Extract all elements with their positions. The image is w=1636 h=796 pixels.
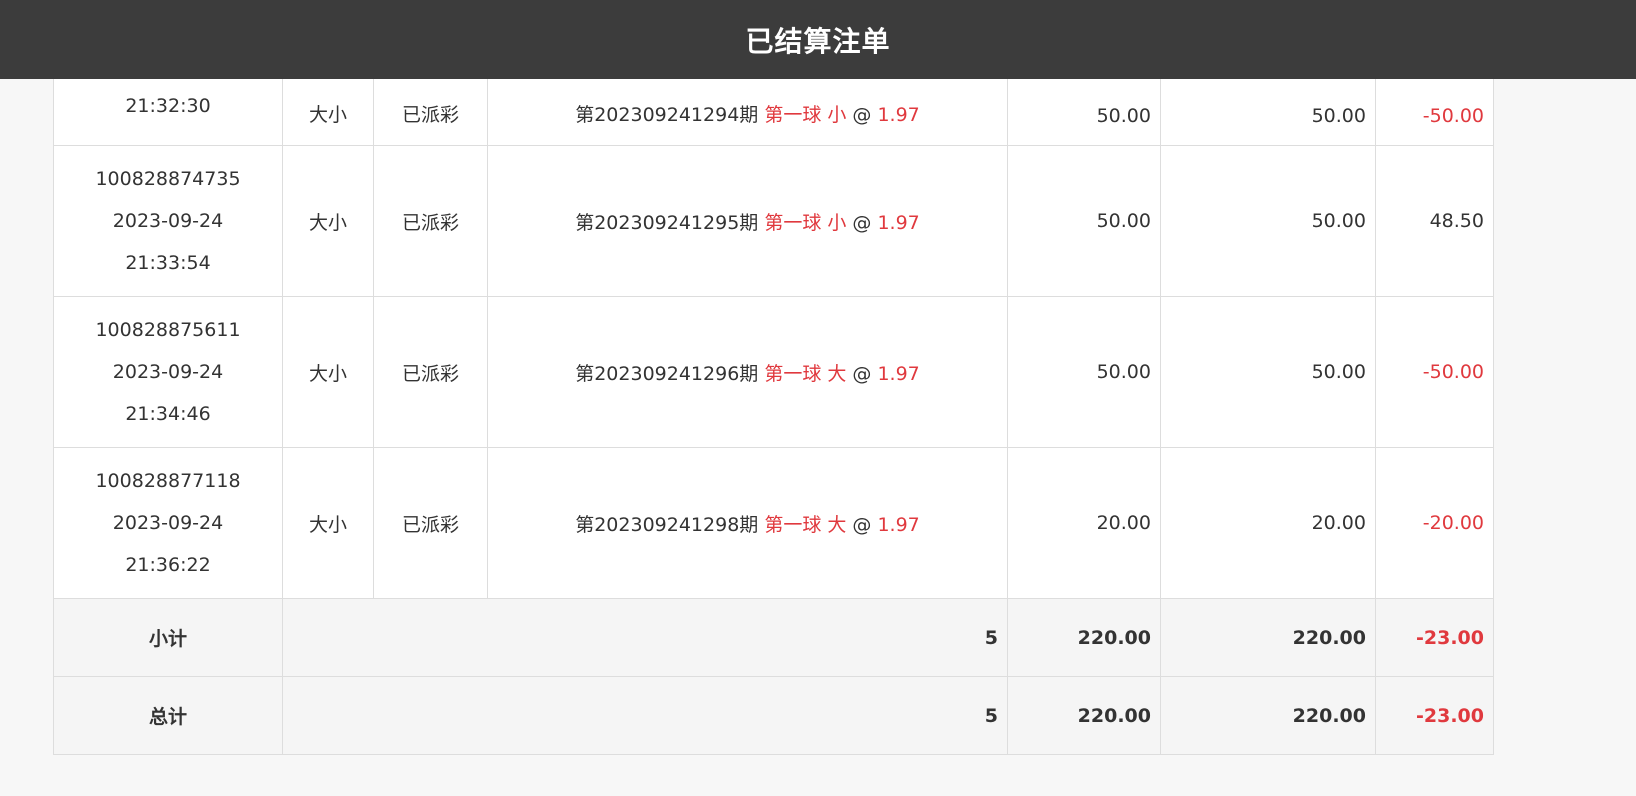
subtotal-row: 小计 5 220.00 220.00 -23.00 [53, 598, 1494, 677]
play-type: 大小 [282, 447, 374, 599]
odds: 1.97 [877, 362, 920, 385]
bet-status: 已派彩 [373, 145, 488, 297]
order-number: 100828875611 [95, 319, 241, 341]
total-result: -23.00 [1375, 676, 1494, 755]
order-cell: 100828877118 2023-09-24 21:36:22 [53, 447, 283, 599]
order-date: 2023-09-24 [112, 361, 224, 383]
total-valid: 220.00 [1160, 676, 1376, 755]
period: 第202309241298期 [575, 513, 759, 536]
win-loss: 48.50 [1375, 145, 1494, 297]
valid-amount: 50.00 [1160, 296, 1376, 448]
subtotal-valid: 220.00 [1160, 598, 1376, 677]
at-sign: @ [852, 104, 872, 126]
bet-amount: 50.00 [1007, 296, 1161, 448]
bet-status: 已派彩 [373, 296, 488, 448]
odds: 1.97 [877, 513, 920, 536]
bet-content: 第202309241295期 第一球 小 @ 1.97 [487, 145, 1008, 297]
page-header: 已结算注单 [0, 0, 1636, 79]
order-time: 21:33:54 [125, 252, 211, 274]
table-row: 100828875611 2023-09-24 21:34:46 大小 已派彩 … [53, 296, 1494, 448]
at-sign: @ [852, 513, 872, 536]
bet-content: 第202309241296期 第一球 大 @ 1.97 [487, 296, 1008, 448]
pick: 第一球 小 [764, 211, 847, 234]
order-date: 2023-09-24 [112, 210, 224, 232]
order-number: 100828874735 [95, 168, 241, 190]
subtotal-result: -23.00 [1375, 598, 1494, 677]
valid-amount: 50.00 [1160, 145, 1376, 297]
odds: 1.97 [877, 211, 920, 234]
subtotal-amount: 220.00 [1007, 598, 1161, 677]
period: 第202309241295期 [575, 211, 759, 234]
page-title: 已结算注单 [745, 24, 891, 58]
bet-amount: 50.00 [1007, 145, 1161, 297]
bet-status: 已派彩 [373, 447, 488, 599]
order-cell: 100828875611 2023-09-24 21:34:46 [53, 296, 283, 448]
table-row: 100828877118 2023-09-24 21:36:22 大小 已派彩 … [53, 447, 1494, 599]
pick: 第一球 大 [764, 513, 847, 536]
odds: 1.97 [877, 104, 920, 126]
total-label: 总计 [53, 676, 283, 755]
order-number: 100828877118 [95, 470, 241, 492]
pick: 第一球 大 [764, 362, 847, 385]
at-sign: @ [852, 362, 872, 385]
order-time: 21:36:22 [125, 554, 211, 576]
pick: 第一球 小 [764, 104, 847, 126]
total-row: 总计 5 220.00 220.00 -23.00 [53, 676, 1494, 755]
play-type: 大小 [282, 145, 374, 297]
table-row: 100828874735 2023-09-24 21:33:54 大小 已派彩 … [53, 145, 1494, 297]
subtotal-label: 小计 [53, 598, 283, 677]
order-cell: 100828874735 2023-09-24 21:33:54 [53, 145, 283, 297]
play-type: 大小 [282, 296, 374, 448]
order-time: 21:32:30 [125, 95, 211, 117]
order-time: 21:34:46 [125, 403, 211, 425]
order-date: 2023-09-24 [112, 512, 224, 534]
bet-amount: 20.00 [1007, 447, 1161, 599]
win-loss: -20.00 [1375, 447, 1494, 599]
bet-content: 第202309241298期 第一球 大 @ 1.97 [487, 447, 1008, 599]
subtotal-count: 5 [282, 598, 1008, 677]
total-count: 5 [282, 676, 1008, 755]
total-amount: 220.00 [1007, 676, 1161, 755]
settled-bets-table: 100828873038 2023-09-24 21:32:30 大小 已派彩 … [53, 0, 1494, 755]
win-loss: -50.00 [1375, 296, 1494, 448]
period: 第202309241294期 [575, 104, 759, 126]
period: 第202309241296期 [575, 362, 759, 385]
at-sign: @ [852, 211, 872, 234]
valid-amount: 20.00 [1160, 447, 1376, 599]
